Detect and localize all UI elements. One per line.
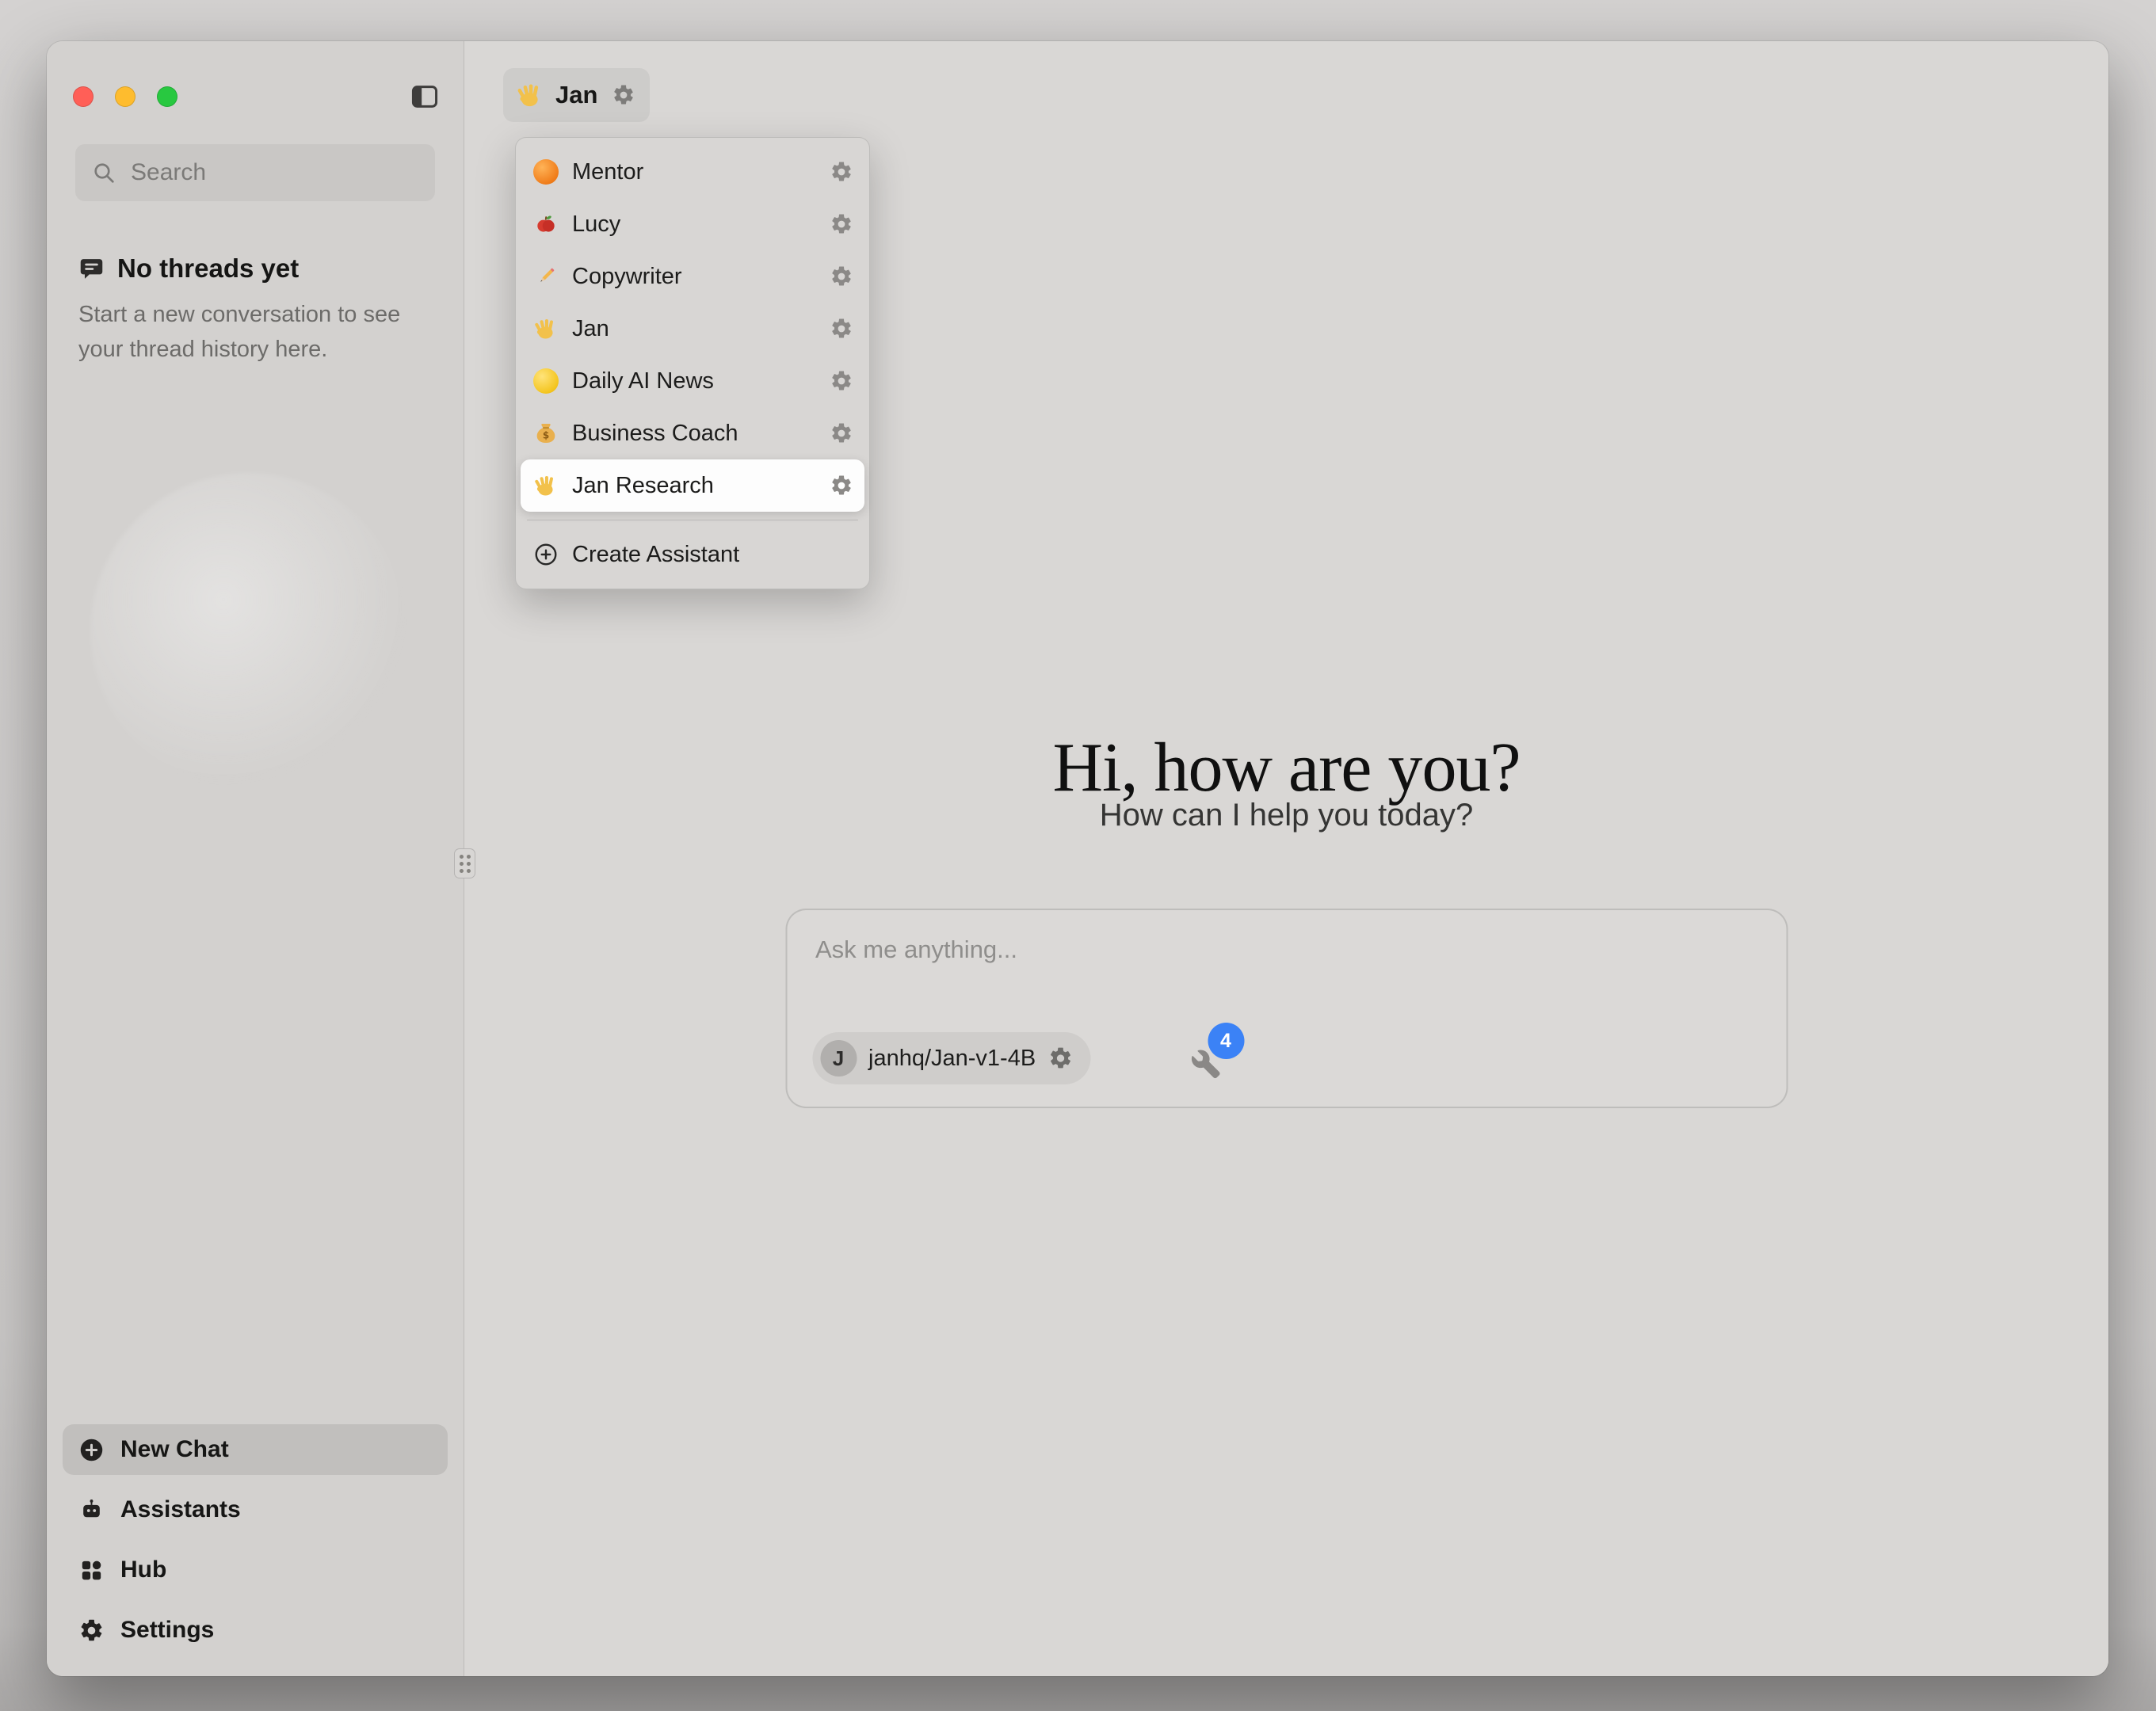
settings-label: Settings — [120, 1617, 214, 1644]
greeting-subtitle: How can I help you today? — [464, 798, 2108, 833]
assistant-settings-gear-icon[interactable] — [830, 265, 853, 288]
sidebar-resize-handle[interactable] — [454, 848, 475, 878]
decorative-blob — [90, 473, 407, 790]
menu-item-label: Jan — [572, 316, 816, 342]
tools-count-badge: 4 — [1208, 1023, 1244, 1059]
assistant-menu-item-mentor[interactable]: Mentor — [521, 146, 864, 198]
yellow-circle-icon — [533, 368, 559, 394]
main-area: Jan Mentor Lucy Copywriter — [464, 41, 2108, 1676]
assistant-settings-gear-icon[interactable] — [830, 474, 853, 497]
empty-state-title: No threads yet — [117, 253, 299, 284]
empty-state-line1: Start a new conversation to see — [78, 298, 441, 333]
empty-state-line2: your thread history here. — [78, 333, 441, 368]
zoom-button[interactable] — [157, 86, 177, 107]
composer-card: J janhq/Jan-v1-4B 4 — [785, 909, 1788, 1108]
model-selector-button[interactable]: J janhq/Jan-v1-4B — [812, 1032, 1090, 1084]
app-window: No threads yet Start a new conversation … — [47, 41, 2108, 1676]
money-bag-icon — [533, 421, 559, 446]
assistant-menu-item-jan-research[interactable]: Jan Research — [521, 459, 864, 512]
new-chat-button[interactable]: New Chat — [63, 1424, 448, 1475]
orange-circle-icon — [533, 159, 559, 185]
chat-bubble-icon — [78, 256, 105, 282]
assistant-menu-item-business-coach[interactable]: Business Coach — [521, 407, 864, 459]
close-button[interactable] — [73, 86, 93, 107]
sidebar-toggle-button[interactable] — [410, 82, 440, 112]
gear-icon — [78, 1618, 105, 1644]
sidebar-item-assistants[interactable]: Assistants — [63, 1484, 448, 1535]
menu-item-label: Lucy — [572, 211, 816, 238]
menu-item-label: Copywriter — [572, 264, 816, 290]
minimize-button[interactable] — [115, 86, 135, 107]
model-settings-gear-icon[interactable] — [1047, 1046, 1073, 1071]
menu-item-label: Jan Research — [572, 473, 816, 499]
assistant-settings-gear-icon[interactable] — [830, 369, 853, 393]
assistant-menu-item-daily-ai-news[interactable]: Daily AI News — [521, 355, 864, 407]
tools-button[interactable]: 4 — [1187, 1043, 1225, 1081]
assistant-settings-gear-icon[interactable] — [830, 160, 853, 184]
assistant-settings-gear-icon[interactable] — [830, 421, 853, 445]
sidebar-nav: New Chat Assistants Hub Settings — [63, 1424, 448, 1656]
new-chat-label: New Chat — [120, 1436, 229, 1463]
pencil-icon — [533, 264, 559, 289]
model-avatar: J — [820, 1040, 857, 1077]
assistant-settings-gear-icon[interactable] — [830, 212, 853, 236]
assistant-menu-item-copywriter[interactable]: Copywriter — [521, 250, 864, 303]
search-box[interactable] — [75, 144, 435, 201]
wave-icon — [533, 473, 559, 498]
hub-grid-icon — [78, 1557, 105, 1583]
drag-dots-icon — [460, 855, 471, 873]
sidebar: No threads yet Start a new conversation … — [47, 41, 464, 1676]
assistant-settings-gear-icon[interactable] — [830, 317, 853, 341]
composer-input[interactable] — [787, 910, 1786, 1004]
gear-icon[interactable] — [612, 83, 635, 107]
empty-state-text: Start a new conversation to see your thr… — [78, 298, 441, 367]
plus-circle-outline-icon — [533, 542, 559, 567]
create-assistant-label: Create Assistant — [572, 542, 853, 568]
sidebar-panel-icon — [410, 82, 440, 112]
window-controls — [73, 86, 177, 107]
assistant-menu-item-lucy[interactable]: Lucy — [521, 198, 864, 250]
greeting-title: Hi, how are you? — [464, 728, 2108, 808]
assistant-selector-button[interactable]: Jan — [503, 68, 650, 122]
robot-icon — [78, 1497, 105, 1523]
sidebar-item-settings[interactable]: Settings — [63, 1605, 448, 1656]
search-input[interactable] — [129, 158, 419, 187]
create-assistant-button[interactable]: Create Assistant — [521, 528, 864, 581]
hub-label: Hub — [120, 1557, 166, 1583]
search-icon — [91, 160, 116, 185]
desktop-backdrop: No threads yet Start a new conversation … — [0, 0, 2156, 1711]
menu-item-label: Business Coach — [572, 421, 816, 447]
assistant-menu-item-jan[interactable]: Jan — [521, 303, 864, 355]
menu-item-label: Mentor — [572, 159, 816, 185]
assistant-menu: Mentor Lucy Copywriter Jan — [515, 137, 870, 589]
assistant-selector-label: Jan — [555, 81, 597, 109]
plus-circle-icon — [78, 1437, 105, 1463]
apple-icon — [533, 211, 559, 237]
model-name: janhq/Jan-v1-4B — [868, 1046, 1036, 1072]
wave-icon — [516, 81, 544, 109]
menu-item-label: Daily AI News — [572, 368, 816, 394]
assistants-label: Assistants — [120, 1496, 241, 1523]
sidebar-item-hub[interactable]: Hub — [63, 1545, 448, 1595]
wave-icon — [533, 316, 559, 341]
threads-empty-state: No threads yet Start a new conversation … — [78, 253, 441, 367]
